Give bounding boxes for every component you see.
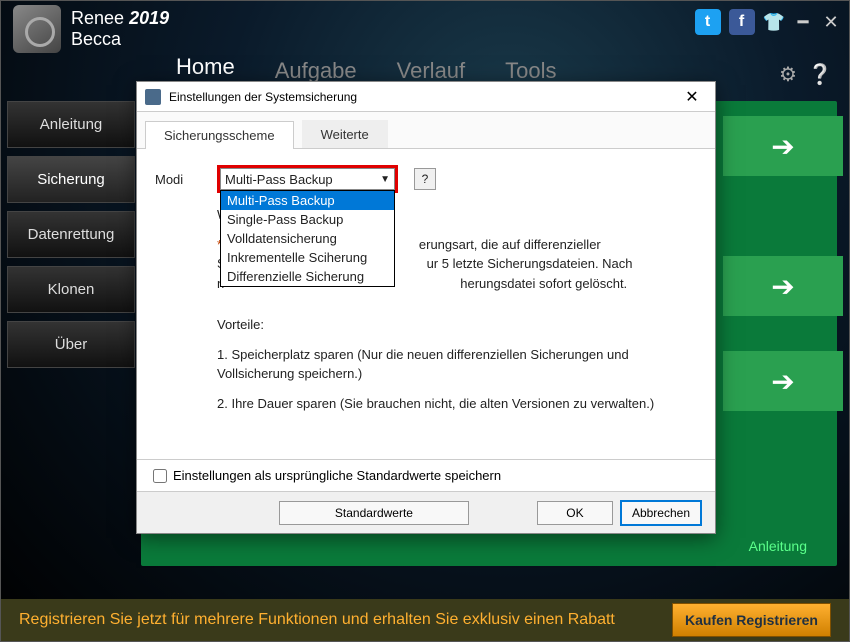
action-arrow-2[interactable]: ➔ [723,256,843,316]
titlebar: Renee 2019 Becca t f 👕 ━ ✕ [1,1,849,56]
combo-option-differenzielle[interactable]: Differenzielle Sicherung [221,267,394,286]
defaults-checkbox-label: Einstellungen als ursprüngliche Standard… [173,468,501,483]
tshirt-icon[interactable]: 👕 [763,12,785,33]
tab-weiterte[interactable]: Weiterte [302,120,388,148]
defaults-checkbox[interactable] [153,469,167,483]
sidebar-item-sicherung[interactable]: Sicherung [7,156,135,203]
tab-sicherungsscheme[interactable]: Sicherungsscheme [145,121,294,149]
text-vorteile: Vorteile: [217,315,697,335]
text-p2: 2. Ihre Dauer sparen (Sie brauchen nicht… [217,394,697,414]
twitter-icon[interactable]: t [695,9,721,35]
register-text: Registrieren Sie jetzt für mehrere Funkt… [19,611,615,629]
app-window: Renee 2019 Becca t f 👕 ━ ✕ Home Aufgabe … [0,0,850,642]
gear-icon[interactable]: ⚙ [777,63,799,85]
chevron-down-icon: ▼ [380,174,390,185]
settings-dialog: Einstellungen der Systemsicherung ✕ Sich… [136,81,716,534]
modi-select[interactable]: Multi-Pass Backup ▼ [220,168,395,190]
cancel-button[interactable]: Abbrechen [621,501,701,525]
facebook-icon[interactable]: f [729,9,755,35]
sidebar-item-uber[interactable]: Über [7,321,135,368]
dialog-close-button[interactable]: ✕ [677,86,707,108]
register-button[interactable]: Kaufen Registrieren [672,603,831,637]
modi-select-value: Multi-Pass Backup [225,172,333,187]
brand-year: 2019 [129,8,169,28]
combo-option-multipass[interactable]: Multi-Pass Backup [221,191,394,210]
sidebar: Anleitung Sicherung Datenrettung Klonen … [7,101,135,368]
modi-dropdown: Multi-Pass Backup Single-Pass Backup Vol… [220,190,395,287]
action-arrow-1[interactable]: ➔ [723,116,843,176]
app-logo-icon [13,5,61,53]
sidebar-item-anleitung[interactable]: Anleitung [7,101,135,148]
dialog-title: Einstellungen der Systemsicherung [169,90,677,104]
minimize-button[interactable]: ━ [793,12,813,32]
help-icon[interactable]: ❔ [809,63,831,85]
brand-text: Renee 2019 Becca [71,8,169,50]
dialog-tabs: Sicherungsscheme Weiterte [137,112,715,149]
defaults-button[interactable]: Standardwerte [279,501,469,525]
anleitung-link[interactable]: Anleitung [749,538,807,554]
dialog-icon [145,89,161,105]
ok-button[interactable]: OK [537,501,613,525]
sidebar-item-klonen[interactable]: Klonen [7,266,135,313]
modi-label: Modi [155,172,205,187]
sidebar-item-datenrettung[interactable]: Datenrettung [7,211,135,258]
dialog-body: Modi Multi-Pass Backup ▼ Multi-Pass Back… [137,149,715,459]
brand-sub: Becca [71,29,169,50]
action-arrow-3[interactable]: ➔ [723,351,843,411]
modi-combo-highlight: Multi-Pass Backup ▼ Multi-Pass Backup Si… [217,165,398,193]
bottom-bar: Registrieren Sie jetzt für mehrere Funkt… [1,599,849,641]
dialog-titlebar: Einstellungen der Systemsicherung ✕ [137,82,715,112]
text-p1: 1. Speicherplatz sparen (Nur die neuen d… [217,345,697,384]
dialog-buttons: Standardwerte OK Abbrechen [137,491,715,533]
brand-name: Renee [71,8,124,28]
combo-option-inkrementelle[interactable]: Inkrementelle Sciherung [221,248,394,267]
close-button[interactable]: ✕ [821,12,841,32]
dialog-footer-check: Einstellungen als ursprüngliche Standard… [137,459,715,491]
combo-option-singlepass[interactable]: Single-Pass Backup [221,210,394,229]
combo-option-volldaten[interactable]: Volldatensicherung [221,229,394,248]
modi-help-button[interactable]: ? [414,168,436,190]
